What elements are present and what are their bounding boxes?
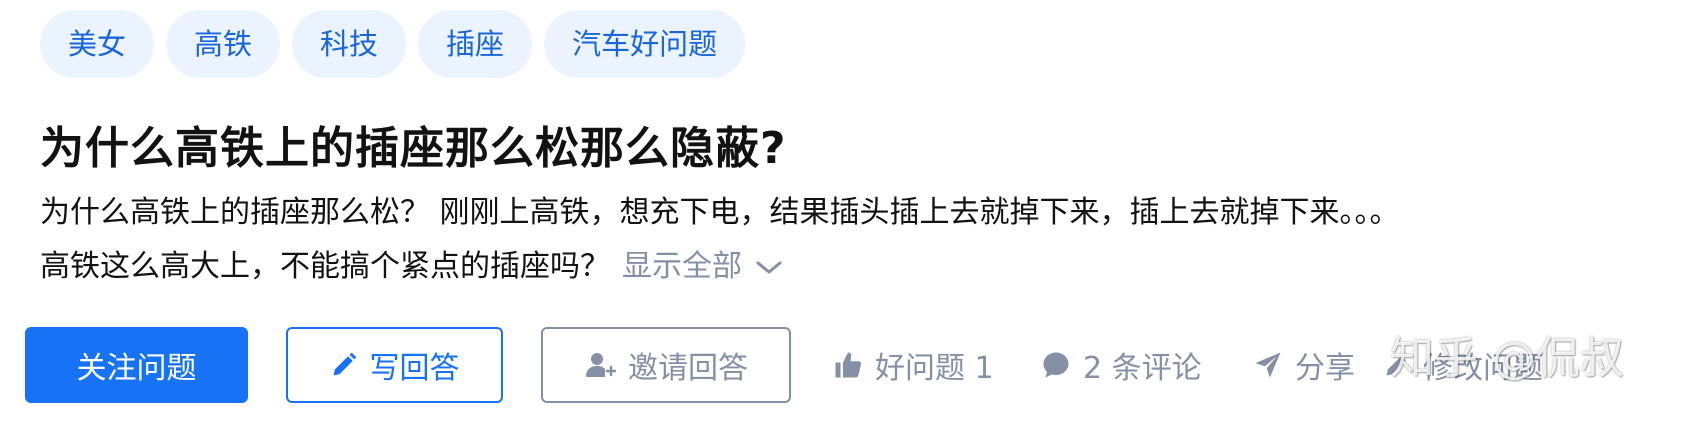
- share-label: 分享: [1295, 351, 1355, 386]
- pencil-icon: [333, 352, 356, 376]
- description-line-2: 高铁这么高大上，不能搞个紧点的插座吗？ 显示全部: [40, 240, 1620, 294]
- good-question-label: 好问题 1: [875, 351, 994, 386]
- description-line-2-text: 高铁这么高大上，不能搞个紧点的插座吗？: [40, 249, 610, 284]
- question-title: 为什么高铁上的插座那么松那么隐蔽?: [40, 123, 787, 174]
- comments-button[interactable]: 2 条评论: [1041, 327, 1202, 403]
- show-all-button[interactable]: 显示全部: [622, 249, 782, 284]
- comment-icon: [1043, 352, 1069, 378]
- share-icon: [1255, 352, 1281, 378]
- good-question-button[interactable]: 好问题 1: [833, 327, 994, 403]
- comments-label: 2 条评论: [1083, 351, 1202, 386]
- topic-tag-meinv[interactable]: 美女: [40, 10, 155, 78]
- topic-tag-chazuo[interactable]: 插座: [418, 10, 533, 78]
- edit-question-button[interactable]: 修改问题: [1383, 327, 1543, 403]
- topic-tag-qiche[interactable]: 汽车好问题: [544, 10, 746, 78]
- show-all-label: 显示全部: [622, 249, 742, 284]
- description-line-1: 为什么高铁上的插座那么松？ 刚刚上高铁，想充下电，结果插头插上去就掉下来，插上去…: [40, 195, 1400, 230]
- question-actions: 关注问题 写回答 邀请回答 好问题 1 2 条评论 分享 修改问题: [25, 327, 1670, 403]
- topic-tag-gaotie[interactable]: 高铁: [166, 10, 281, 78]
- edit-icon: [1386, 356, 1406, 376]
- invite-answer-label: 邀请回答: [628, 351, 748, 386]
- thumbs-up-icon: [835, 352, 862, 378]
- write-answer-button[interactable]: 写回答: [286, 327, 503, 403]
- invite-answer-button[interactable]: 邀请回答: [541, 327, 791, 403]
- follow-question-label: 关注问题: [76, 351, 197, 386]
- follow-question-button[interactable]: 关注问题: [25, 327, 248, 403]
- write-answer-label: 写回答: [369, 351, 460, 386]
- share-button[interactable]: 分享: [1253, 327, 1355, 403]
- question-description: 为什么高铁上的插座那么松？ 刚刚上高铁，想充下电，结果插头插上去就掉下来，插上去…: [40, 186, 1620, 294]
- chevron-down-icon: [756, 261, 782, 273]
- topic-list: 美女 高铁 科技 插座 汽车好问题: [40, 10, 746, 78]
- edit-question-label: 修改问题: [1423, 351, 1543, 386]
- question-header: 美女 高铁 科技 插座 汽车好问题 为什么高铁上的插座那么松那么隐蔽? 为什么高…: [0, 0, 1690, 430]
- invite-user-icon: [586, 353, 616, 377]
- topic-tag-keji[interactable]: 科技: [292, 10, 407, 78]
